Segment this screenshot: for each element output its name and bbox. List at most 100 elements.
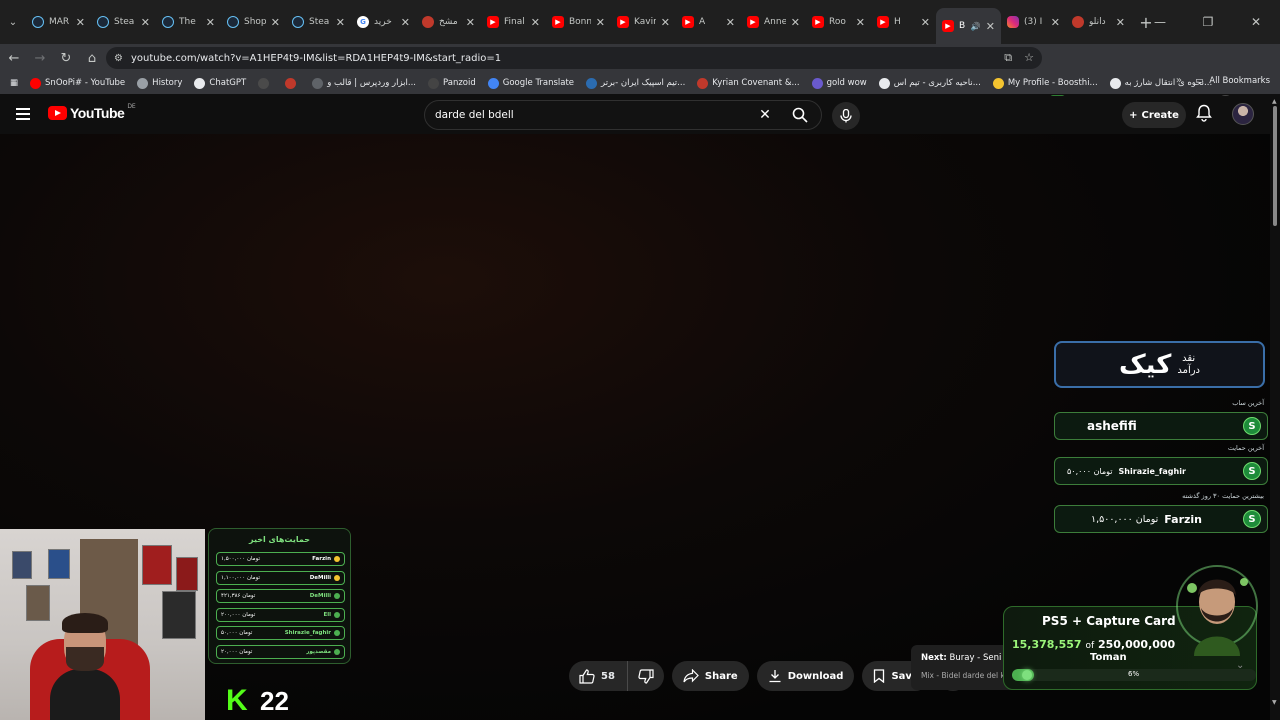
scroll-down-arrow-icon[interactable]: ▼ xyxy=(1272,699,1277,706)
notifications-bell-icon[interactable] xyxy=(1196,104,1214,124)
browser-tab[interactable]: ▶ A ✕ xyxy=(676,6,741,38)
donation-row: ۵۰,۰۰۰ تومان Shirazie_faghir xyxy=(216,626,345,641)
minimize-button[interactable]: — xyxy=(1136,0,1184,44)
browser-tab[interactable]: ▶ Bonn ✕ xyxy=(546,6,611,38)
wall-poster xyxy=(26,585,50,621)
close-window-button[interactable]: ✕ xyxy=(1232,0,1280,44)
all-bookmarks[interactable]: ▭ All Bookmarks xyxy=(1195,76,1270,86)
youtube-wordmark: YouTube xyxy=(70,105,125,121)
tab-close-icon[interactable]: ✕ xyxy=(76,16,85,29)
page-scrollbar[interactable]: ▲ ▼ xyxy=(1270,96,1280,720)
like-button[interactable]: 58 xyxy=(569,661,628,691)
browser-tab[interactable]: Stea ✕ xyxy=(91,6,156,38)
bookmark-star-icon[interactable]: ☆ xyxy=(1024,51,1034,65)
forward-button[interactable]: → xyxy=(28,44,52,72)
tab-close-icon[interactable]: ✕ xyxy=(206,16,215,29)
search-icon[interactable] xyxy=(779,100,821,130)
bookmark-label: My Profile - Boosthi... xyxy=(1007,78,1098,88)
scrollbar-thumb[interactable] xyxy=(1273,106,1277,226)
all-bookmarks-label: All Bookmarks xyxy=(1209,76,1270,86)
tab-close-icon[interactable]: ✕ xyxy=(596,16,605,29)
bookmark-item[interactable]: SnOoPi# - YouTube xyxy=(24,77,131,89)
tab-search-dropdown[interactable]: ⌄ xyxy=(0,0,26,44)
tab-close-icon[interactable]: ✕ xyxy=(856,16,865,29)
tab-label: A xyxy=(699,17,706,27)
donation-name: Shirazie_faghir xyxy=(284,630,331,637)
address-bar[interactable]: ⚙ youtube.com/watch?v=A1HEP4t9-IM&list=R… xyxy=(106,47,1042,69)
donation-name: DeMilli xyxy=(309,574,331,581)
bookmark-item[interactable]: ابزار وردپرس | قالب و... xyxy=(306,77,422,89)
create-button[interactable]: + Create xyxy=(1122,102,1186,128)
reload-button[interactable]: ↻ xyxy=(54,44,78,72)
browser-tab[interactable]: ▶ H ✕ xyxy=(871,6,936,38)
bookmark-item[interactable]: ناحیه کاربری - تیم اس... xyxy=(873,77,987,89)
guide-menu-icon[interactable] xyxy=(16,108,30,120)
tab-close-icon[interactable]: ✕ xyxy=(466,16,475,29)
tab-label: (3) I xyxy=(1024,17,1043,27)
bookmark-item[interactable]: Google Translate xyxy=(482,77,580,89)
maximize-button[interactable]: ❐ xyxy=(1184,0,1232,44)
download-button[interactable]: Download xyxy=(756,661,855,691)
share-button[interactable]: Share xyxy=(671,661,749,691)
scroll-up-arrow-icon[interactable]: ▲ xyxy=(1272,98,1277,105)
browser-tab[interactable]: ▶ Kavir ✕ xyxy=(611,6,676,38)
browser-tab[interactable]: ▶ Final ✕ xyxy=(481,6,546,38)
tab-close-icon[interactable]: ✕ xyxy=(531,16,540,29)
browser-tab[interactable]: مشخ ✕ xyxy=(416,6,481,38)
tab-close-icon[interactable]: ✕ xyxy=(1051,16,1060,29)
browser-tab[interactable]: دانلو ✕ xyxy=(1066,6,1131,38)
site-info-icon[interactable]: ⚙ xyxy=(114,53,123,64)
clear-search-icon[interactable]: ✕ xyxy=(751,107,779,123)
bookmark-item[interactable]: Kyrian Covenant &... xyxy=(691,77,805,89)
voice-search-icon[interactable] xyxy=(832,102,860,130)
browser-tab[interactable]: G خرید ✕ xyxy=(351,6,416,38)
bookmark-label: Panzoid xyxy=(443,78,476,88)
apps-grid-icon[interactable]: ▦ xyxy=(0,78,24,88)
share-arrow-icon xyxy=(683,669,699,683)
browser-tab[interactable]: Stea ✕ xyxy=(286,6,351,38)
tab-close-icon[interactable]: ✕ xyxy=(1116,16,1125,29)
tab-close-icon[interactable]: ✕ xyxy=(921,16,930,29)
steam-icon xyxy=(227,16,239,28)
browser-tab[interactable]: ▶ Roo ✕ xyxy=(806,6,871,38)
tab-close-icon[interactable]: ✕ xyxy=(661,16,670,29)
bookmark-item[interactable]: History xyxy=(131,77,188,89)
bookmarks-bar: ▦ SnOoPi# - YouTube History ChatGPT ابزار و… xyxy=(0,72,1280,94)
tab-label: Anne xyxy=(764,17,786,27)
youtube-logo[interactable]: YouTube DE xyxy=(48,103,136,121)
bookmark-item[interactable]: My Profile - Boosthi... xyxy=(987,77,1104,89)
tab-close-icon[interactable]: ✕ xyxy=(336,16,345,29)
bookmark-item[interactable]: gold wow xyxy=(806,77,873,89)
bookmark-item[interactable]: تیم اسپیک ایران -برتر... xyxy=(580,77,691,89)
browser-tab[interactable]: (3) I ✕ xyxy=(1001,6,1066,38)
browser-tab[interactable]: MAR ✕ xyxy=(26,6,91,38)
top-support-row: ۱,۵۰۰,۰۰۰ تومان Farzin S xyxy=(1054,505,1268,533)
bookmark-item[interactable] xyxy=(279,77,306,89)
tab-audio-icon[interactable]: 🔊 xyxy=(971,22,981,31)
goal-collapse-chevron-icon[interactable]: ⌄ xyxy=(1236,660,1244,671)
browser-tab[interactable]: ▶ B 🔊 ✕ xyxy=(936,8,1001,44)
tab-close-icon[interactable]: ✕ xyxy=(141,16,150,29)
bookmark-item[interactable] xyxy=(252,77,279,89)
dislike-button[interactable] xyxy=(628,661,664,691)
tab-close-icon[interactable]: ✕ xyxy=(986,20,995,33)
webcam-overlay xyxy=(0,529,205,720)
top-support-name: Farzin xyxy=(1164,512,1203,526)
account-avatar[interactable] xyxy=(1232,103,1254,125)
browser-tab[interactable]: The ✕ xyxy=(156,6,221,38)
tab-close-icon[interactable]: ✕ xyxy=(401,16,410,29)
more-bookmarks-icon[interactable]: » xyxy=(1176,75,1182,86)
home-button[interactable]: ⌂ xyxy=(80,44,104,72)
bookmark-item[interactable]: Panzoid xyxy=(422,77,482,89)
install-app-icon[interactable]: ⧉ xyxy=(1004,51,1012,65)
browser-tab[interactable]: ▶ Anne ✕ xyxy=(741,6,806,38)
search-input[interactable]: darde del bdell xyxy=(425,109,751,121)
tab-close-icon[interactable]: ✕ xyxy=(791,16,800,29)
donation-dot-icon xyxy=(334,630,340,637)
bookmark-item[interactable]: ChatGPT xyxy=(188,77,252,89)
tab-close-icon[interactable]: ✕ xyxy=(271,16,280,29)
back-button[interactable]: ← xyxy=(2,44,26,72)
browser-tab[interactable]: Shop ✕ xyxy=(221,6,286,38)
search-box[interactable]: darde del bdell ✕ xyxy=(424,100,822,130)
tab-close-icon[interactable]: ✕ xyxy=(726,16,735,29)
